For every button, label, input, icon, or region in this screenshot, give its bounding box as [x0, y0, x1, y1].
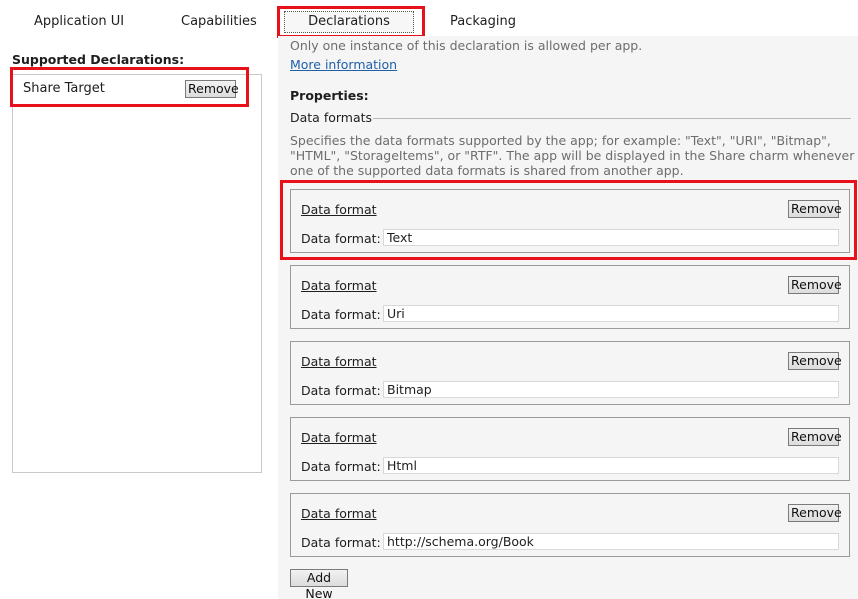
tab-capabilities[interactable]: Capabilities	[181, 14, 257, 29]
data-format-heading[interactable]: Data format	[301, 430, 377, 445]
remove-declaration-button[interactable]: Remove	[185, 80, 239, 98]
declaration-properties-panel: Only one instance of this declaration is…	[278, 36, 858, 599]
declaration-label: Share Target	[23, 81, 105, 96]
tab-declarations[interactable]: Declarations	[284, 11, 414, 33]
data-format-card: Data format Remove Data format: Bitmap	[290, 341, 850, 405]
remove-data-format-button[interactable]: Remove	[788, 200, 842, 218]
data-format-input[interactable]: Text	[383, 229, 839, 246]
data-format-heading[interactable]: Data format	[301, 278, 377, 293]
data-formats-description: Specifies the data formats supported by …	[290, 133, 855, 178]
data-format-field-label: Data format:	[301, 383, 381, 398]
data-format-heading[interactable]: Data format	[301, 202, 377, 217]
list-item-share-target[interactable]: Share Target Remove	[13, 75, 261, 103]
remove-data-format-button[interactable]: Remove	[788, 504, 842, 522]
data-format-card: Data format Remove Data format: http://s…	[290, 493, 850, 557]
remove-data-format-button[interactable]: Remove	[788, 428, 842, 446]
data-formats-section-title: Data formats	[290, 110, 373, 125]
add-new-button[interactable]: Add New	[290, 569, 348, 599]
tab-application-ui[interactable]: Application UI	[34, 14, 124, 29]
tab-bar: Application UI Capabilities Declarations…	[0, 0, 858, 38]
remove-data-format-button[interactable]: Remove	[788, 276, 842, 294]
data-format-card: Data format Remove Data format: Uri	[290, 265, 850, 329]
declarations-list: Share Target Remove	[12, 74, 262, 473]
tab-packaging[interactable]: Packaging	[450, 14, 516, 29]
data-format-field-label: Data format:	[301, 231, 381, 246]
data-format-heading[interactable]: Data format	[301, 506, 377, 521]
data-format-field-label: Data format:	[301, 535, 381, 550]
section-divider	[373, 118, 851, 119]
data-format-field-label: Data format:	[301, 459, 381, 474]
data-format-field-label: Data format:	[301, 307, 381, 322]
data-format-card: Data format Remove Data format: Text	[290, 189, 850, 253]
properties-title: Properties:	[290, 88, 369, 103]
instance-note: Only one instance of this declaration is…	[290, 38, 643, 53]
data-format-input[interactable]: http://schema.org/Book	[383, 533, 839, 550]
data-format-input[interactable]: Html	[383, 457, 839, 474]
data-format-input[interactable]: Uri	[383, 305, 839, 322]
supported-declarations-title: Supported Declarations:	[12, 52, 185, 67]
more-information-link[interactable]: More information	[290, 57, 397, 72]
data-format-heading[interactable]: Data format	[301, 354, 377, 369]
data-format-card: Data format Remove Data format: Html	[290, 417, 850, 481]
data-format-input[interactable]: Bitmap	[383, 381, 839, 398]
remove-data-format-button[interactable]: Remove	[788, 352, 842, 370]
